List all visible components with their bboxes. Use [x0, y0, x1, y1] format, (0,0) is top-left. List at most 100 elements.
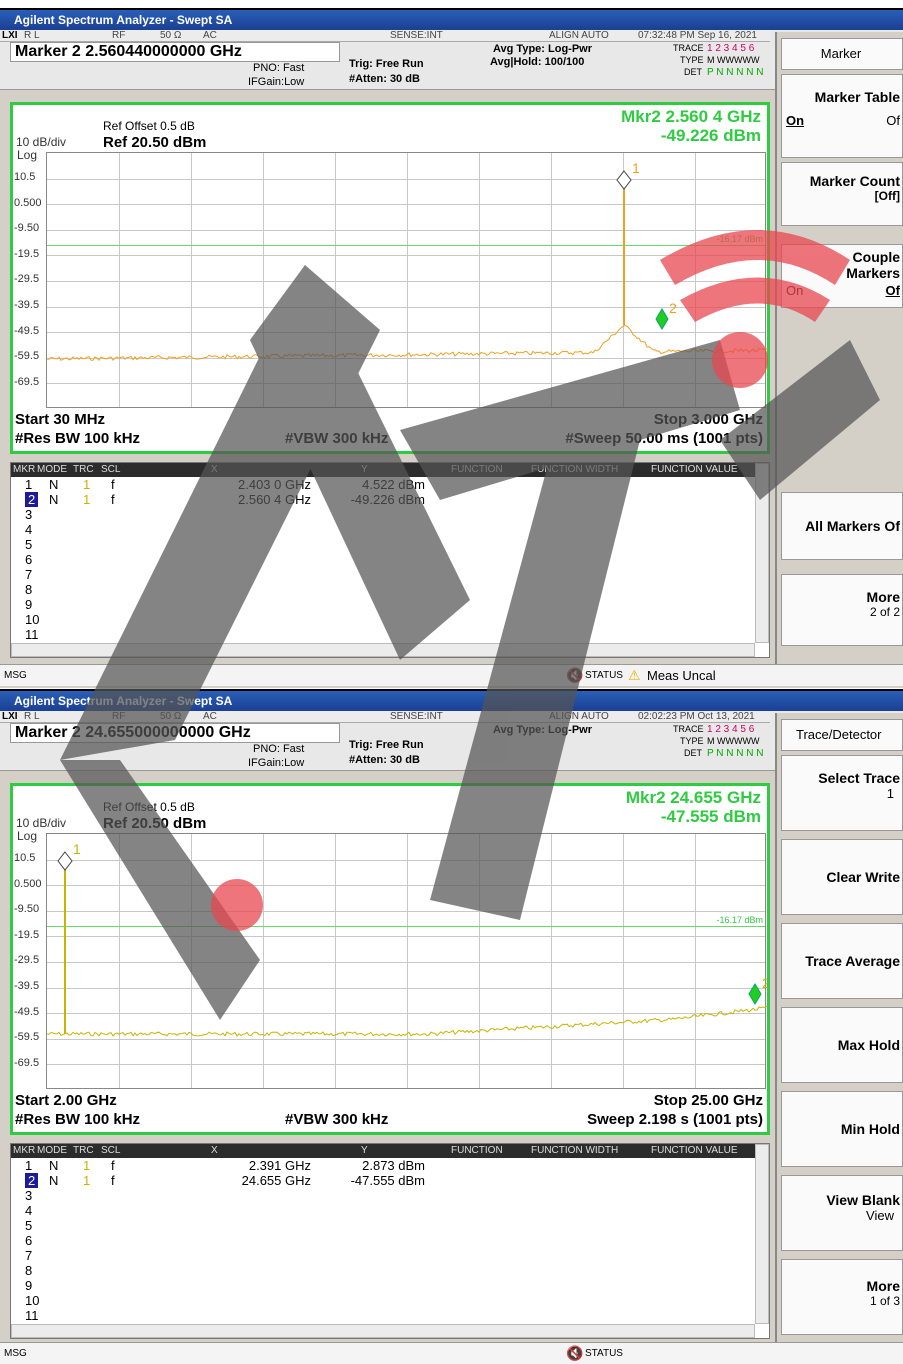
table-row[interactable]: 9: [11, 1278, 769, 1293]
table-row[interactable]: 3: [11, 507, 769, 522]
more-key[interactable]: More 1 of 3: [781, 1259, 903, 1335]
table-row[interactable]: 7: [11, 1248, 769, 1263]
table-row[interactable]: 1 N 1 f 2.403 0 GHz 4.522 dBm: [11, 477, 769, 492]
type-values: M WWWWW: [707, 55, 760, 65]
status-label: STATUS: [585, 1348, 623, 1359]
table-row[interactable]: 4: [11, 1203, 769, 1218]
table-row[interactable]: 9: [11, 597, 769, 612]
column-header: X: [211, 464, 218, 475]
more-label: More: [866, 589, 900, 605]
marker-count-key[interactable]: Marker Count [Off]: [781, 162, 903, 226]
stop-freq: Stop 3.000 GHz: [653, 411, 763, 428]
clear-write-key[interactable]: Clear Write: [781, 839, 903, 915]
marker-table: MKR MODE TRC SCL X Y FUNCTION FUNCTION WIDTH FUN…: [10, 462, 770, 658]
ref-offset-label: Ref Offset 0.5 dB: [103, 119, 195, 133]
table-row[interactable]: 2 N 1 f 2.560 4 GHz -49.226 dBm: [11, 492, 769, 507]
table-cell: 10: [25, 1293, 40, 1308]
table-row[interactable]: 10: [11, 1293, 769, 1308]
table-row[interactable]: 5: [11, 537, 769, 552]
table-cell: 2.403 0 GHz: [238, 477, 311, 492]
softkey-panel: Marker Marker Table On Of Marker Count […: [775, 32, 903, 668]
table-row[interactable]: 4: [11, 522, 769, 537]
table-row[interactable]: 2 N 1 f 24.655 GHz -47.555 dBm: [11, 1173, 769, 1188]
speaker-mute-icon: 🔇: [566, 667, 584, 683]
menu-title-text: Marker: [820, 46, 862, 61]
table-cell: 3: [25, 1188, 33, 1203]
all-markers-off-key[interactable]: All Markers Of: [781, 492, 903, 560]
marker-1-label: 1: [73, 841, 81, 857]
sweep-label: Sweep 2.198 s (1001 pts): [587, 1111, 763, 1128]
max-hold-key[interactable]: Max Hold: [781, 1007, 903, 1083]
table-cell: f: [111, 1158, 115, 1173]
view-blank-key[interactable]: View Blank View: [781, 1175, 903, 1251]
table-cell: 1: [83, 1158, 91, 1173]
y-tick-label: -39.5: [14, 299, 40, 311]
trace-average-key[interactable]: Trace Average: [781, 923, 903, 999]
marker-table-key[interactable]: Marker Table On Of: [781, 74, 903, 158]
table-row[interactable]: 6: [11, 1233, 769, 1248]
y-tick-label: 10.5: [14, 852, 36, 864]
table-row[interactable]: 10: [11, 612, 769, 627]
table-row[interactable]: 7: [11, 567, 769, 582]
type-row-label: TYPE: [680, 55, 704, 65]
msg-label: MSG: [4, 1348, 27, 1359]
table-cell: 8: [25, 582, 33, 597]
vertical-scrollbar[interactable]: [755, 463, 769, 643]
active-marker-title[interactable]: Marker 2 2.560440000000 GHz: [10, 42, 340, 62]
marker-1-diamond[interactable]: [57, 851, 73, 871]
table-cell: 7: [25, 1248, 33, 1263]
active-marker-title[interactable]: Marker 2 24.655000000000 GHz: [10, 723, 340, 743]
marker-2-diamond[interactable]: [655, 308, 669, 330]
select-trace-label: Select Trace: [818, 770, 900, 786]
graticule: 10.5 0.500 -9.50 -19.5 -29.5 -39.5 -49.5 -59.5 -…: [14, 833, 767, 1089]
vbw-label: #VBW 300 kHz: [285, 430, 389, 447]
table-cell: 5: [25, 1218, 33, 1233]
table-cell: -47.555 dBm: [350, 1173, 425, 1188]
horizontal-scrollbar[interactable]: [11, 1324, 755, 1338]
marker-1-diamond[interactable]: [616, 170, 632, 190]
table-row[interactable]: 6: [11, 552, 769, 567]
column-header: Y: [361, 464, 368, 475]
table-cell: 11: [25, 627, 39, 642]
more-key[interactable]: More 2 of 2: [781, 574, 903, 646]
column-header: Y: [361, 1145, 368, 1156]
det-row-label: DET: [684, 67, 702, 77]
marker-1-label: 1: [632, 160, 640, 176]
marker-count-label: Marker Count: [809, 173, 900, 189]
menu-title: Marker: [781, 38, 903, 70]
clear-write-label: Clear Write: [826, 869, 900, 885]
table-cell: 4: [25, 522, 33, 537]
table-row[interactable]: 11: [11, 1308, 769, 1323]
marker-table-off: Of: [886, 113, 900, 128]
spectrum-display[interactable]: Ref Offset 0.5 dB 10 dB/div Log Ref 20.5…: [10, 783, 770, 1135]
table-row[interactable]: 11: [11, 627, 769, 642]
table-cell: 11: [25, 1308, 39, 1323]
sweep-label: #Sweep 50.00 ms (1001 pts): [565, 430, 763, 447]
y-tick-label: -49.5: [14, 324, 40, 337]
marker-2-diamond[interactable]: [748, 983, 762, 1005]
vertical-scrollbar[interactable]: [755, 1144, 769, 1324]
select-trace-key[interactable]: Select Trace 1: [781, 755, 903, 831]
table-row[interactable]: 5: [11, 1218, 769, 1233]
table-row[interactable]: 8: [11, 1263, 769, 1278]
table-row[interactable]: 1 N 1 f 2.391 GHz 2.873 dBm: [11, 1158, 769, 1173]
column-header: SCL: [101, 464, 121, 475]
min-hold-key[interactable]: Min Hold: [781, 1091, 903, 1167]
impedance-label: 50 Ω: [160, 30, 182, 41]
table-row[interactable]: 3: [11, 1188, 769, 1203]
couple-markers-key[interactable]: Couple Markers On Of: [781, 244, 903, 308]
horizontal-scrollbar[interactable]: [11, 643, 755, 657]
status-row: LXI R L RF 50 Ω AC SENSE:INT ALIGN AUTO …: [0, 30, 770, 42]
table-row[interactable]: 8: [11, 582, 769, 597]
type-row-label: TYPE: [680, 736, 704, 746]
spectrum-display[interactable]: Ref Offset 0.5 dB 10 dB/div Log Ref 20.5…: [10, 102, 770, 454]
markers-label: Markers: [846, 265, 900, 281]
det-values: P N N N N N: [707, 748, 764, 759]
y-tick-label: -59.5: [14, 350, 40, 363]
stop-freq: Stop 25.00 GHz: [653, 1092, 763, 1109]
rl-label: R L: [24, 711, 40, 722]
align-label: ALIGN AUTO: [549, 30, 609, 41]
trigger-label: Trig: Free Run: [349, 58, 424, 70]
pno-label: PNO: Fast: [253, 62, 305, 74]
couple-on: On: [786, 283, 804, 298]
